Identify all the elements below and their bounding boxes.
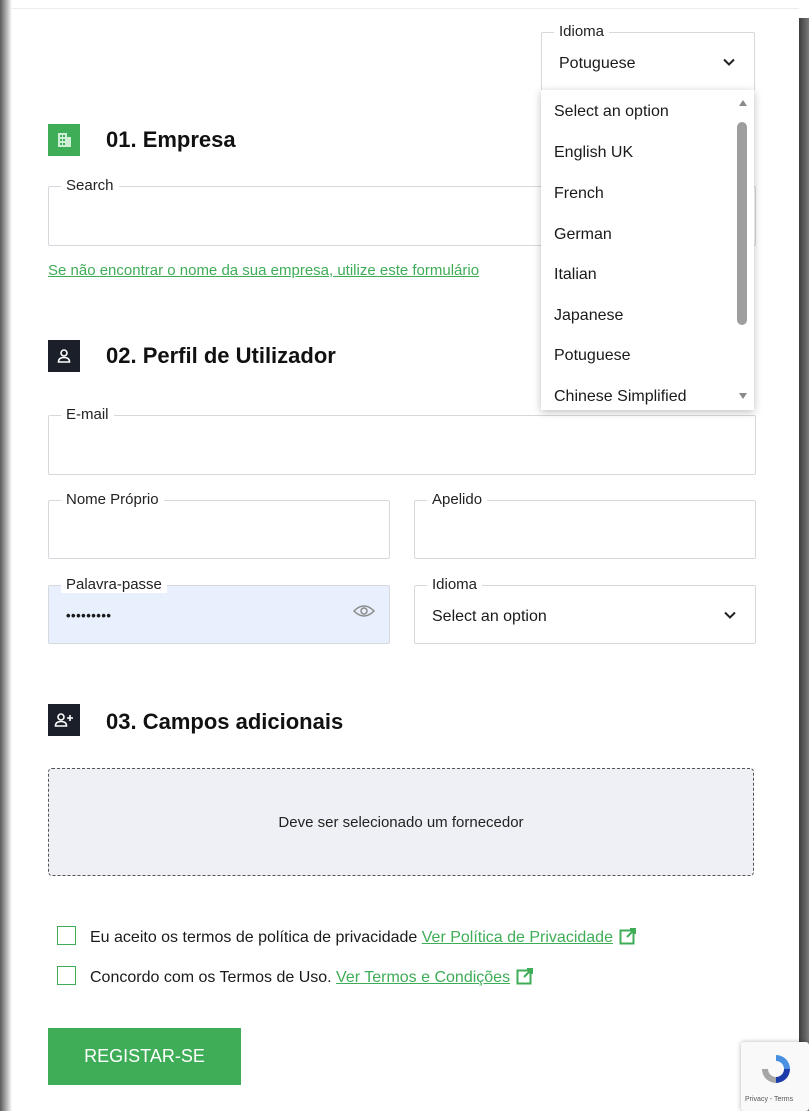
company-form-link[interactable]: Se não encontrar o nome da sua empresa, …	[48, 262, 479, 279]
email-field[interactable]: E-mail	[48, 407, 756, 475]
dropdown-option[interactable]: French	[554, 185, 604, 203]
scroll-up-arrow-icon[interactable]	[738, 99, 748, 107]
user-icon	[48, 340, 80, 372]
terms-text: Concordo com os Termos de Uso.	[90, 969, 332, 986]
register-button[interactable]: REGISTAR-SE	[48, 1028, 241, 1085]
add-user-icon	[48, 704, 80, 736]
window-shadow-left	[0, 0, 12, 1111]
dropdown-option[interactable]: Chinese Simplified	[554, 388, 687, 406]
privacy-checkbox[interactable]	[57, 926, 76, 945]
first-name-label: Nome Próprio	[61, 492, 164, 508]
privacy-policy-link[interactable]: Ver Política de Privacidade	[422, 929, 613, 946]
recaptcha-badge[interactable]: Privacy - Terms	[741, 1042, 809, 1111]
profile-language-select[interactable]: Idioma Select an option	[414, 577, 756, 644]
dropdown-scroll-thumb[interactable]	[737, 122, 747, 325]
last-name-label: Apelido	[427, 492, 488, 508]
recaptcha-icon	[762, 1055, 790, 1083]
terms-checkbox[interactable]	[57, 966, 76, 985]
email-label: E-mail	[61, 407, 114, 423]
language-dropdown-list[interactable]: Select an option English UK French Germa…	[541, 90, 754, 410]
eye-icon[interactable]	[353, 603, 375, 619]
first-name-field[interactable]: Nome Próprio	[48, 492, 390, 559]
privacy-text: Eu aceito os termos de política de priva…	[90, 929, 418, 946]
header-language-label: Idioma	[554, 24, 610, 40]
password-field[interactable]: Palavra-passe •••••••••	[48, 577, 390, 644]
terms-consent: Concordo com os Termos de Uso. Ver Termo…	[90, 967, 534, 987]
dropdown-option[interactable]: German	[554, 226, 612, 244]
header-language-select[interactable]: Idioma Potuguese	[541, 24, 755, 91]
profile-language-value: Select an option	[432, 608, 547, 625]
terms-link[interactable]: Ver Termos e Condições	[336, 969, 510, 986]
external-link-icon[interactable]	[619, 927, 637, 945]
chevron-down-icon	[723, 58, 735, 66]
dropdown-option[interactable]: Japanese	[554, 307, 623, 325]
dropdown-option[interactable]: English UK	[554, 144, 633, 162]
dropdown-option[interactable]: Italian	[554, 266, 597, 284]
password-value: •••••••••	[66, 608, 112, 623]
header-language-value: Potuguese	[559, 55, 636, 72]
chevron-down-icon	[724, 611, 736, 619]
recaptcha-footer[interactable]: Privacy - Terms	[745, 1096, 793, 1103]
section-title-company: 01. Empresa	[106, 127, 236, 152]
section-title-additional-fields: 03. Campos adicionais	[106, 709, 344, 734]
privacy-consent: Eu aceito os termos de política de priva…	[90, 927, 637, 947]
external-link-icon[interactable]	[516, 967, 534, 985]
top-divider	[12, 8, 799, 9]
company-icon	[48, 124, 80, 156]
scroll-down-arrow-icon[interactable]	[738, 392, 748, 400]
profile-language-label: Idioma	[427, 577, 483, 593]
password-label: Palavra-passe	[61, 577, 167, 593]
dropdown-option[interactable]: Potuguese	[554, 347, 631, 365]
company-search-label: Search	[61, 178, 119, 194]
section-title-user-profile: 02. Perfil de Utilizador	[106, 343, 336, 368]
dropdown-option[interactable]: Select an option	[554, 103, 669, 121]
last-name-field[interactable]: Apelido	[414, 492, 756, 559]
supplier-required-message: Deve ser selecionado um fornecedor	[48, 768, 754, 876]
window-shadow-right	[799, 18, 809, 1111]
